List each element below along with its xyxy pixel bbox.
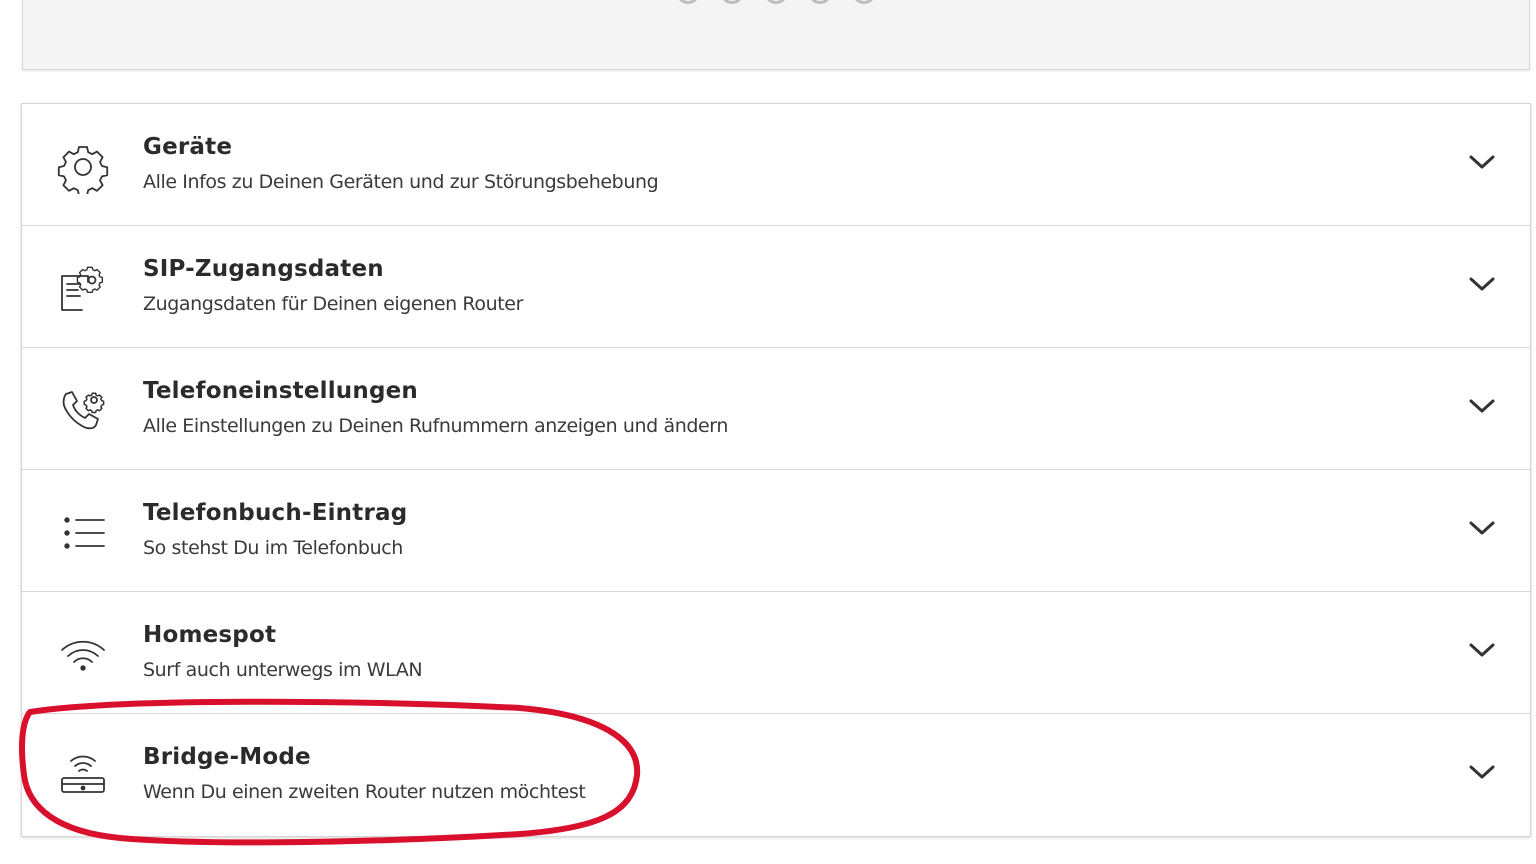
item-subtitle: So stehst Du im Telefonbuch: [143, 537, 403, 559]
item-subtitle: Alle Infos zu Deinen Geräten und zur Stö…: [143, 171, 659, 193]
accordion-item-telefonbuch-eintrag[interactable]: Telefonbuch-Eintrag So stehst Du im Tele…: [22, 470, 1530, 592]
dot: [808, 0, 832, 4]
accordion-item-bridge-mode[interactable]: Bridge-Mode Wenn Du einen zweiten Router…: [22, 714, 1530, 836]
dot: [720, 0, 744, 4]
wifi-icon: [56, 628, 110, 682]
chevron-down-icon[interactable]: [1468, 762, 1496, 782]
item-title: SIP-Zugangsdaten: [143, 256, 384, 282]
item-subtitle: Zugangsdaten für Deinen eigenen Router: [143, 293, 523, 315]
chevron-down-icon[interactable]: [1468, 152, 1496, 172]
chevron-down-icon[interactable]: [1468, 640, 1496, 660]
item-title: Telefoneinstellungen: [143, 378, 418, 404]
item-subtitle: Alle Einstellungen zu Deinen Rufnummern …: [143, 415, 729, 437]
item-title: Geräte: [143, 134, 233, 160]
phone-settings-icon: [56, 384, 110, 438]
loading-dots: [676, 0, 876, 4]
router-wifi-icon: [56, 750, 110, 804]
settings-accordion: Geräte Alle Infos zu Deinen Geräten und …: [21, 103, 1531, 837]
item-subtitle: Surf auch unterwegs im WLAN: [143, 659, 423, 681]
item-title: Telefonbuch-Eintrag: [143, 500, 408, 526]
chevron-down-icon[interactable]: [1468, 518, 1496, 538]
accordion-item-homespot[interactable]: Homespot Surf auch unterwegs im WLAN: [22, 592, 1530, 714]
item-title: Bridge-Mode: [143, 744, 311, 770]
accordion-item-geraete[interactable]: Geräte Alle Infos zu Deinen Geräten und …: [22, 104, 1530, 226]
item-subtitle: Wenn Du einen zweiten Router nutzen möch…: [143, 781, 586, 803]
list-icon: [56, 506, 110, 560]
chevron-down-icon[interactable]: [1468, 274, 1496, 294]
accordion-item-sip-zugangsdaten[interactable]: SIP-Zugangsdaten Zugangsdaten für Deinen…: [22, 226, 1530, 348]
dot: [676, 0, 700, 4]
dot: [764, 0, 788, 4]
dot: [852, 0, 876, 4]
item-title: Homespot: [143, 622, 277, 648]
chevron-down-icon[interactable]: [1468, 396, 1496, 416]
document-settings-icon: [56, 262, 110, 316]
gear-icon: [56, 140, 110, 194]
top-panel: [22, 0, 1530, 70]
accordion-item-telefoneinstellungen[interactable]: Telefoneinstellungen Alle Einstellungen …: [22, 348, 1530, 470]
